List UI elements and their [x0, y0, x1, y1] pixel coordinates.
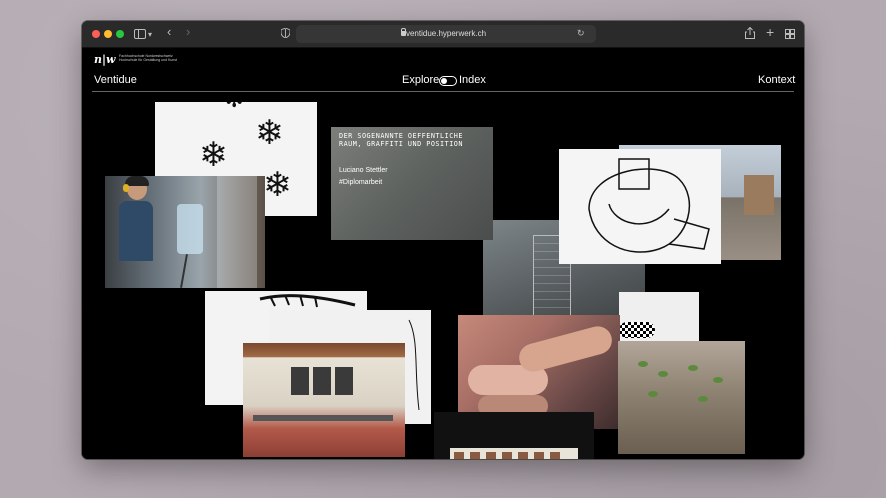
- nav-explore[interactable]: Explore: [402, 74, 439, 86]
- drawing-thumb: [502, 452, 512, 459]
- browser-window: ▾ ‹ › ventidue.hyperwerk.ch ↻ + n|w Fach…: [82, 21, 804, 459]
- leaf: [688, 365, 698, 371]
- acoustic-panel: [335, 367, 353, 395]
- plus-icon[interactable]: +: [766, 25, 774, 39]
- forward-icon[interactable]: ›: [186, 25, 190, 39]
- project-card-sculpture-sketch[interactable]: [559, 149, 721, 264]
- fhnw-logo[interactable]: n|w: [94, 53, 115, 66]
- url-text[interactable]: ventidue.hyperwerk.ch: [296, 25, 596, 43]
- leaf: [658, 371, 668, 377]
- header-divider: [92, 91, 794, 92]
- drawing-thumb: [534, 452, 544, 459]
- shield-icon[interactable]: [281, 28, 290, 38]
- explore-index-toggle[interactable]: [439, 76, 457, 86]
- drawing-thumb: [470, 452, 480, 459]
- drawing-thumb: [518, 452, 528, 459]
- drawing-thumb: [550, 452, 560, 459]
- acoustic-panel: [313, 367, 331, 395]
- web-page: n|w Fachhochschule Nordwestschweiz Hochs…: [82, 48, 804, 459]
- project-tag[interactable]: #Diplomarbeit: [339, 179, 382, 186]
- nav-kontext[interactable]: Kontext: [758, 74, 795, 86]
- window-light: [217, 176, 257, 288]
- project-author: Luciano Stettler: [339, 167, 388, 174]
- ear-protection: [123, 184, 129, 192]
- chevron-down-icon[interactable]: ▾: [148, 28, 152, 42]
- tripod: [180, 254, 188, 288]
- snowflake-icon: ❄: [199, 135, 228, 175]
- project-title: DER SOGENANNTE OEFFENTLICHE RAUM, GRAFFI…: [339, 132, 463, 148]
- leaf: [648, 391, 658, 397]
- tabs-icon[interactable]: [785, 29, 795, 39]
- sidebar-icon[interactable]: [134, 29, 146, 39]
- acoustic-panel: [291, 367, 309, 395]
- browser-toolbar: ▾ ‹ › ventidue.hyperwerk.ch ↻ +: [82, 21, 804, 48]
- limb: [515, 323, 616, 375]
- leaf: [713, 377, 723, 383]
- back-icon[interactable]: ‹: [167, 25, 171, 39]
- work-table: [253, 415, 393, 421]
- reload-icon[interactable]: ↻: [577, 28, 585, 39]
- leaf: [698, 396, 708, 402]
- project-card-drawing-series[interactable]: [434, 412, 594, 459]
- person-figure: [119, 201, 153, 261]
- close-window-button[interactable]: [92, 30, 100, 38]
- checker-pattern: [619, 322, 655, 338]
- logo-text: Fachhochschule Nordwestschweiz Hochschul…: [119, 54, 177, 62]
- address-bar[interactable]: ventidue.hyperwerk.ch ↻: [296, 25, 596, 43]
- project-card-graffiti[interactable]: DER SOGENANNTE OEFFENTLICHE RAUM, GRAFFI…: [331, 127, 493, 240]
- snowflake-icon: ❄: [263, 165, 292, 205]
- project-card-studio[interactable]: [243, 343, 405, 457]
- project-card-plants[interactable]: [618, 341, 745, 454]
- snowflake-icon: ✻: [225, 102, 243, 118]
- minimize-window-button[interactable]: [104, 30, 112, 38]
- drawing-strip: [450, 448, 578, 459]
- drawing-thumb: [454, 452, 464, 459]
- zoom-window-button[interactable]: [116, 30, 124, 38]
- project-card-workshop[interactable]: [105, 176, 265, 288]
- water-bottle: [177, 204, 203, 254]
- drawing-thumb: [486, 452, 496, 459]
- leaf: [638, 361, 648, 367]
- site-title[interactable]: Ventidue: [94, 74, 137, 86]
- building: [744, 175, 774, 215]
- snowflake-icon: ❄: [255, 113, 284, 153]
- sculpture-drawing: [588, 158, 710, 253]
- share-icon[interactable]: [745, 27, 755, 39]
- nav-index[interactable]: Index: [459, 74, 486, 86]
